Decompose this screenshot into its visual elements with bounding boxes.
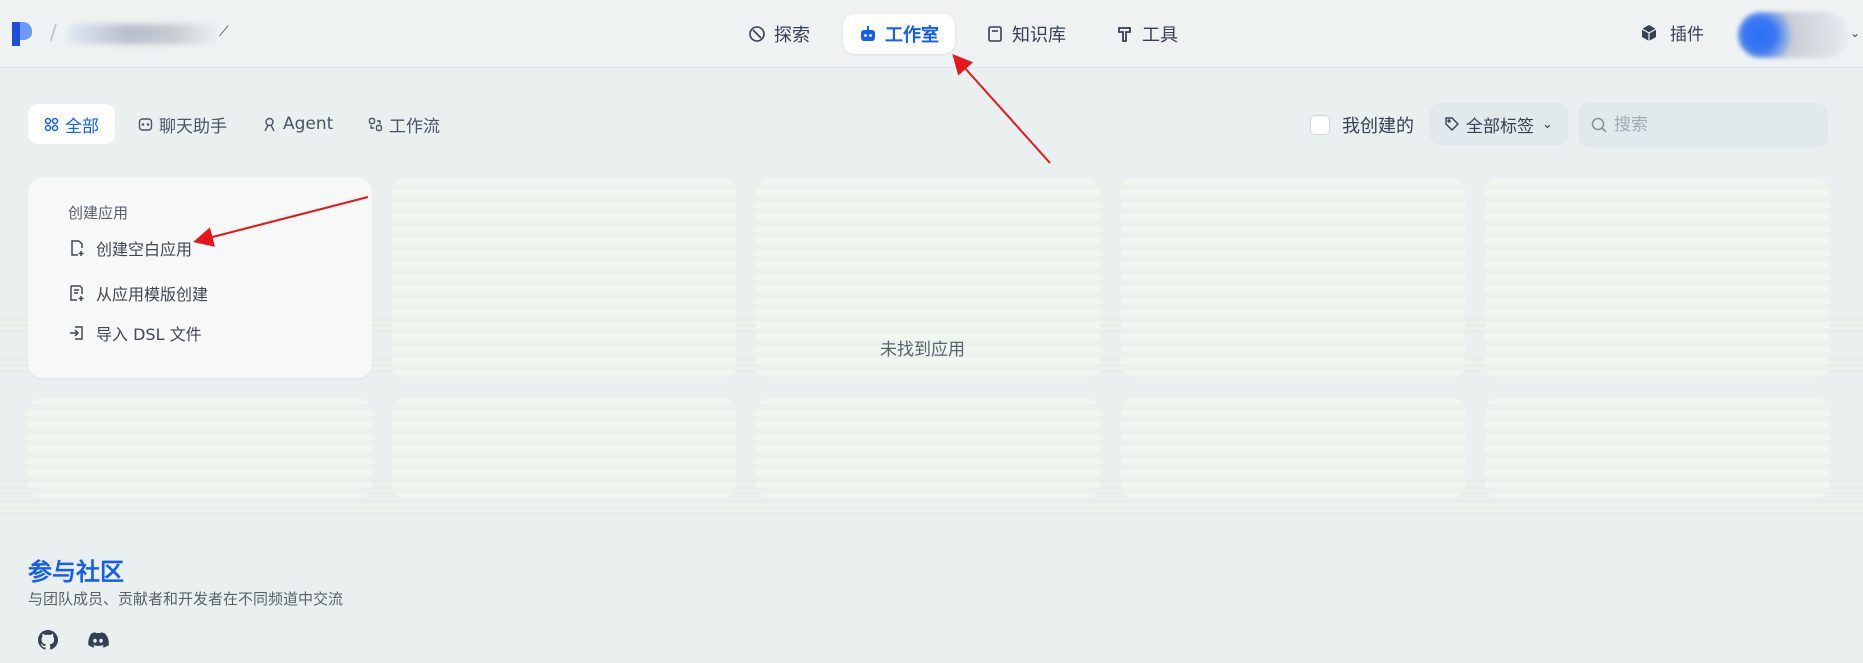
create-from-template-button[interactable]: 从应用模版创建 <box>68 281 208 305</box>
nav-explore[interactable]: 探索 <box>732 14 826 54</box>
nav-studio-label: 工作室 <box>885 25 939 46</box>
github-icon[interactable] <box>36 628 60 652</box>
hammer-icon <box>1118 27 1131 42</box>
import-dsl-button[interactable]: 导入 DSL 文件 <box>68 321 202 345</box>
create-from-template-label: 从应用模版创建 <box>96 285 209 304</box>
cube-icon <box>1641 24 1657 41</box>
empty-state-message: 未找到应用 <box>880 340 965 360</box>
created-by-me-label: 我创建的 <box>1342 116 1414 137</box>
nav-knowledge[interactable]: 知识库 <box>970 14 1082 54</box>
breadcrumb-separator: / <box>50 20 57 44</box>
nav-studio[interactable]: 工作室 <box>843 14 955 54</box>
placeholder-band <box>0 500 1863 514</box>
create-app-card: 创建应用 创建空白应用 从应用模版创建 导入 DSL 文件 <box>28 178 372 378</box>
plugin-button[interactable]: 插件 <box>1640 20 1704 45</box>
new-file-icon <box>71 240 84 256</box>
search-box[interactable] <box>1578 103 1828 147</box>
tab-all[interactable]: 全部 <box>28 104 115 144</box>
workspace-switch-icon[interactable]: ⟋ <box>219 24 229 40</box>
create-blank-app-label: 创建空白应用 <box>96 240 193 259</box>
app-card-placeholder <box>1485 178 1829 378</box>
discord-icon[interactable] <box>86 628 110 652</box>
community-title: 参与社区 <box>28 558 124 586</box>
chevron-down-icon[interactable]: ⌄ <box>1850 26 1860 40</box>
agent-icon <box>264 117 275 131</box>
nav-explore-label: 探索 <box>774 25 810 46</box>
tab-agent-label: Agent <box>283 114 334 134</box>
search-icon <box>1591 117 1607 133</box>
create-blank-app-button[interactable]: 创建空白应用 <box>68 236 192 260</box>
plugin-label: 插件 <box>1670 25 1704 45</box>
grid-icon <box>44 117 59 131</box>
chevron-down-icon: ⌄ <box>1542 116 1553 132</box>
tab-chat-label: 聊天助手 <box>159 116 227 137</box>
app-card-placeholder <box>392 398 736 498</box>
app-card-placeholder <box>756 398 1100 498</box>
tag-filter-label: 全部标签 <box>1466 116 1534 137</box>
app-card-placeholder <box>1485 398 1829 498</box>
logo-icon[interactable] <box>10 20 34 46</box>
robot-icon <box>861 26 875 41</box>
nav-knowledge-label: 知识库 <box>1012 25 1066 46</box>
tag-filter-dropdown[interactable]: 全部标签 ⌄ <box>1430 103 1568 145</box>
created-by-me-checkbox[interactable] <box>1310 115 1330 135</box>
tab-agent[interactable]: Agent <box>246 104 349 144</box>
create-app-title: 创建应用 <box>68 204 129 222</box>
app-card-placeholder <box>392 178 736 378</box>
compass-icon <box>749 26 765 42</box>
tab-chat-assistant[interactable]: 聊天助手 <box>122 104 243 144</box>
app-card-placeholder <box>1121 398 1465 498</box>
app-card-placeholder <box>1121 178 1465 378</box>
search-input[interactable] <box>1614 115 1814 135</box>
nav-tools[interactable]: 工具 <box>1100 14 1194 54</box>
book-icon <box>988 26 1002 42</box>
created-by-me-filter[interactable]: 我创建的 <box>1310 112 1414 138</box>
tab-workflow[interactable]: 工作流 <box>352 104 456 144</box>
top-bar: / ⟋ 探索 工作室 知识库 工具 插件 ⌄ <box>0 0 1863 68</box>
chat-icon <box>138 117 153 131</box>
nav-tools-label: 工具 <box>1142 25 1178 46</box>
import-icon <box>70 326 83 340</box>
tab-workflow-label: 工作流 <box>389 116 440 137</box>
template-icon <box>70 285 84 301</box>
annotation-arrow-studio <box>952 54 1051 164</box>
account-avatar[interactable] <box>1738 12 1848 58</box>
tag-icon <box>1445 117 1459 131</box>
tab-all-label: 全部 <box>65 116 99 137</box>
workspace-name-blurred[interactable] <box>68 24 220 44</box>
workflow-icon <box>368 117 383 131</box>
app-card-placeholder <box>28 398 372 498</box>
import-dsl-label: 导入 DSL 文件 <box>96 325 202 344</box>
community-subtitle: 与团队成员、贡献者和开发者在不同频道中交流 <box>28 590 344 608</box>
